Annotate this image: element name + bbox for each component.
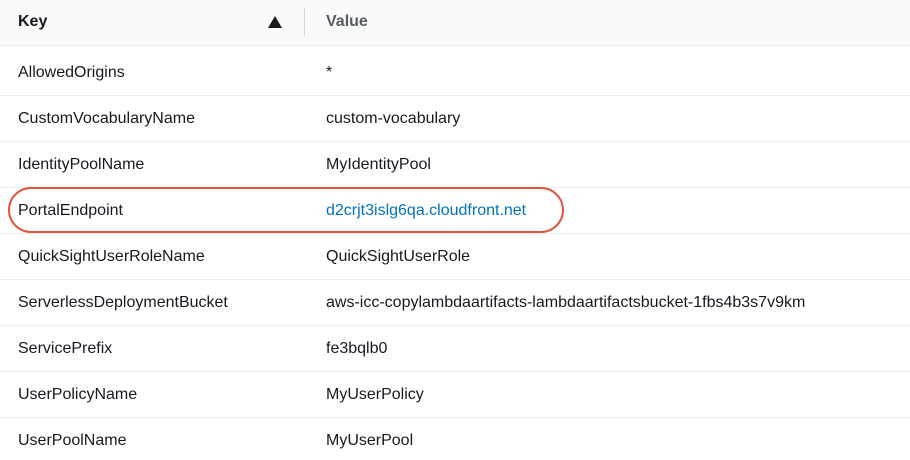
row-key: UserPoolName [18,432,127,449]
table-row: UserPolicyName MyUserPolicy [0,372,910,418]
row-value: fe3bqlb0 [326,340,388,357]
row-key: PortalEndpoint [18,202,123,219]
key-column-header[interactable]: Key [18,0,47,46]
table-row-portal-endpoint: PortalEndpoint d2crjt3islg6qa.cloudfront… [0,188,910,234]
row-key: CustomVocabularyName [18,110,195,127]
table-header: Key Value [0,0,910,46]
row-key: QuickSightUserRoleName [18,248,205,265]
table-row: QuickSightUserRoleName QuickSightUserRol… [0,234,910,280]
outputs-table: Key Value AllowedOrigins * CustomVocabul… [0,0,910,460]
row-key: AllowedOrigins [18,64,125,81]
row-key: IdentityPoolName [18,156,145,173]
row-value: custom-vocabulary [326,110,461,127]
row-value: MyIdentityPool [326,156,431,173]
value-column-header[interactable]: Value [326,0,368,46]
table-row: UserPoolName MyUserPool [0,418,910,460]
row-value: aws-icc-copylambdaartifacts-lambdaartifa… [326,294,806,311]
row-value: MyUserPolicy [326,386,424,403]
table-row: ServicePrefix fe3bqlb0 [0,326,910,372]
table-row: ServerlessDeploymentBucket aws-icc-copyl… [0,280,910,326]
row-value: * [326,64,333,81]
column-divider[interactable] [304,8,305,36]
row-value: QuickSightUserRole [326,248,471,265]
row-value: MyUserPool [326,432,414,449]
sort-ascending-icon[interactable] [268,16,282,28]
row-key: ServicePrefix [18,340,113,357]
table-row: CustomVocabularyName custom-vocabulary [0,96,910,142]
portal-endpoint-link[interactable]: d2crjt3islg6qa.cloudfront.net [326,188,526,234]
table-row: AllowedOrigins * [0,50,910,96]
row-key: UserPolicyName [18,386,138,403]
row-key: ServerlessDeploymentBucket [18,294,228,311]
table-row: IdentityPoolName MyIdentityPool [0,142,910,188]
